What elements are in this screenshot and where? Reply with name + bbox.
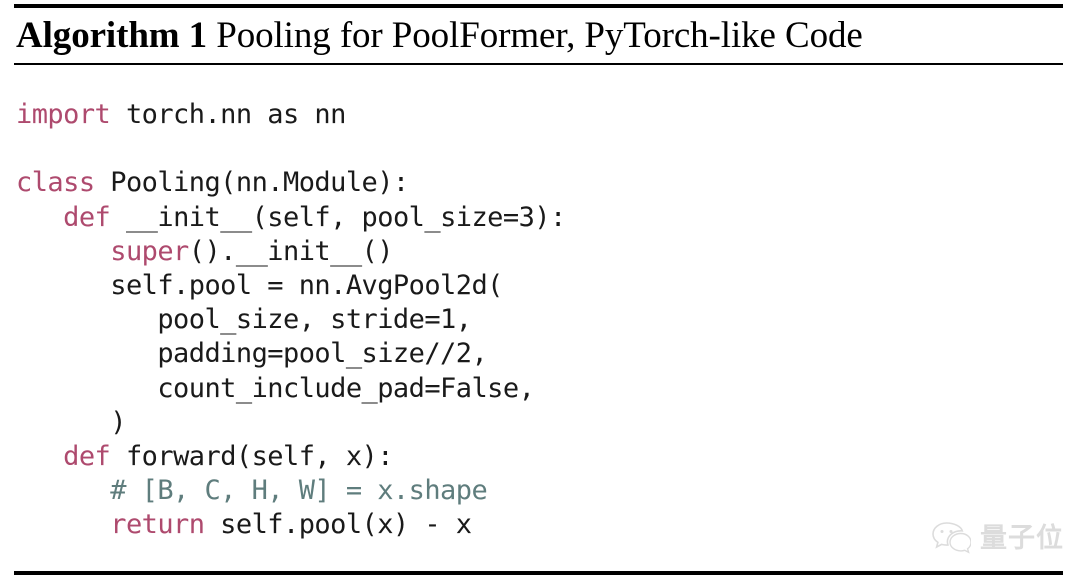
code-line: pool_size, stride=1, — [16, 303, 1062, 337]
code-token-kw: def — [63, 201, 111, 233]
code-line: import torch.nn as nn — [16, 98, 1062, 132]
code-token-plain: Pooling(nn.Module): — [94, 167, 409, 199]
code-token-kw: return — [110, 509, 205, 541]
code-token-plain: ().__init__() — [188, 235, 394, 267]
code-listing: import torch.nn as nn class Pooling(nn.Mo… — [16, 98, 1062, 542]
code-token-plain: __init__(self, pool_size=3): — [110, 201, 566, 233]
code-token-kw: super — [110, 235, 189, 267]
code-token-kw: import — [16, 99, 111, 130]
algorithm-title: Algorithm 1 Pooling for PoolFormer, PyTo… — [16, 12, 1062, 60]
algorithm-title-number: Algorithm 1 — [16, 15, 208, 56]
code-token-plain: ) — [16, 406, 126, 438]
code-line: # [B, C, H, W] = x.shape — [16, 474, 1062, 508]
algorithm-title-text: Pooling for PoolFormer, PyTorch-like Cod… — [207, 15, 863, 56]
code-token-plain: forward(self, x): — [110, 440, 394, 472]
algorithm-figure: Algorithm 1 Pooling for PoolFormer, PyTo… — [0, 0, 1080, 581]
code-line: super().__init__() — [16, 235, 1062, 269]
code-line: return self.pool(x) - x — [16, 508, 1062, 542]
code-token-plain: self.pool = nn.AvgPool2d( — [16, 269, 503, 301]
code-token-plain: pool_size, stride=1, — [16, 304, 472, 336]
bottom-rule — [14, 571, 1063, 575]
code-token-kw: class — [16, 167, 95, 199]
code-token-kw: def — [63, 440, 111, 472]
code-token-cmt: # [B, C, H, W] = x.shape — [110, 475, 488, 507]
code-token-plain: torch.nn as nn — [110, 99, 346, 130]
code-line: ) — [16, 406, 1062, 440]
code-line: def forward(self, x): — [16, 440, 1062, 474]
top-rule — [14, 4, 1063, 8]
code-line: count_include_pad=False, — [16, 372, 1062, 406]
code-token-plain: self.pool(x) - x — [204, 509, 472, 541]
code-line: class Pooling(nn.Module): — [16, 166, 1062, 200]
code-line: padding=pool_size//2, — [16, 337, 1062, 371]
code-line: def __init__(self, pool_size=3): — [16, 201, 1062, 235]
title-rule — [14, 63, 1063, 65]
code-token-plain: count_include_pad=False, — [16, 372, 535, 404]
code-token-plain: padding=pool_size//2, — [16, 338, 488, 370]
code-line: self.pool = nn.AvgPool2d( — [16, 269, 1062, 303]
